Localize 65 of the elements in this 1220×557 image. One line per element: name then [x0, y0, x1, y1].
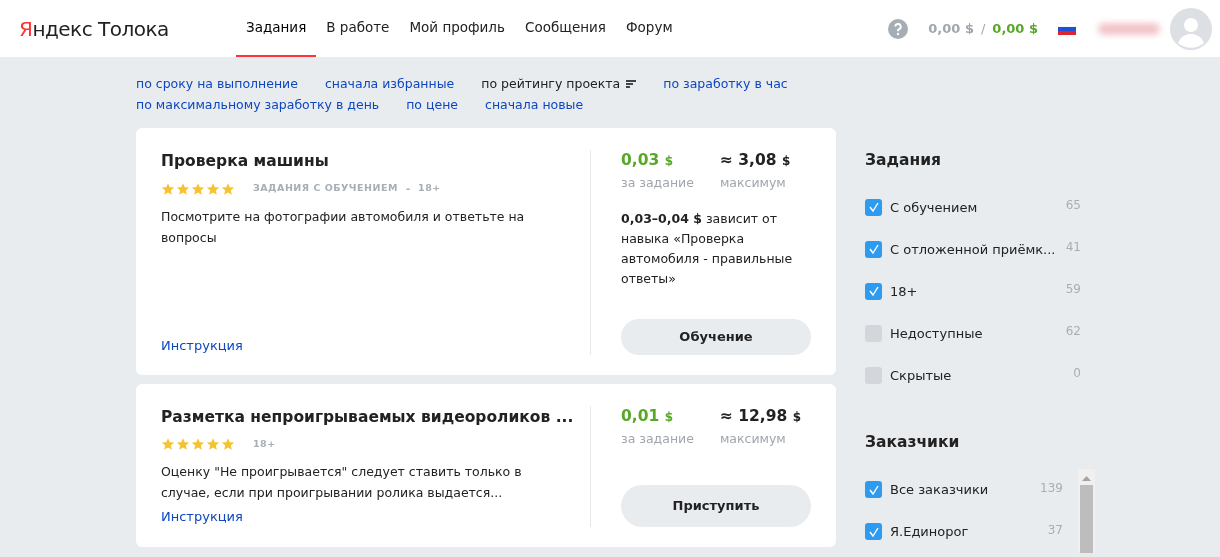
task-description: Оценку "Не проигрывается" следует ставить только в случае, если при проигрывании ролика выдается...: [161, 463, 523, 503]
max-earnings: ≈ 3,08 $: [719, 150, 791, 171]
avatar-icon[interactable]: [1170, 7, 1212, 50]
checkbox[interactable]: [865, 523, 882, 540]
filter-label[interactable]: С отложенной приёмк...: [890, 239, 1066, 259]
filter-count: 41: [1065, 239, 1081, 257]
separator: /: [980, 19, 986, 38]
sort-icon: [626, 80, 637, 88]
tag-separator: -: [405, 182, 411, 196]
scroll-up-icon[interactable]: [1082, 474, 1091, 481]
task-tag: 18+: [253, 437, 276, 452]
task-description: Посмотрите на фотографии автомобиля и ответьте на вопросы: [161, 208, 526, 247]
filter-heading: Задания: [865, 150, 942, 171]
nav-tab[interactable]: Сообщения: [514, 0, 616, 57]
sort-link[interactable]: по рейтингу проекта: [481, 74, 637, 94]
price-per-task: 0,01 $: [621, 406, 674, 427]
sort-link[interactable]: сначала избранные: [324, 74, 455, 94]
help-icon[interactable]: [888, 18, 909, 39]
scrollbar[interactable]: [1078, 468, 1095, 553]
filter-label[interactable]: 18+: [890, 281, 1066, 301]
sort-link[interactable]: по цене: [406, 95, 459, 115]
earned-amount: 0,00 $: [992, 19, 1038, 38]
balance: 0,00 $: [928, 19, 974, 38]
task-tag: ЗАДАНИЯ С ОБУЧЕНИЕМ: [253, 181, 398, 196]
price-label: за задание: [621, 430, 694, 448]
filter-count: 0: [1073, 365, 1081, 383]
filter-count: 62: [1065, 323, 1081, 341]
max-label: максимум: [719, 174, 787, 192]
sort-link[interactable]: по заработку в час: [663, 74, 788, 94]
max-earnings: ≈ 12,98 $: [719, 406, 802, 427]
task-button[interactable]: Приступить: [621, 484, 811, 527]
nav-tab[interactable]: Форум: [615, 0, 683, 57]
filter-label[interactable]: Я.Единорог: [890, 521, 1048, 542]
checkbox[interactable]: [865, 198, 882, 216]
instruction-link[interactable]: Инструкция: [161, 507, 243, 527]
filter-count: 65: [1065, 197, 1081, 215]
filter-count: 37: [1047, 521, 1063, 539]
price-note: 0,03–0,04 $ зависит от навыка «Проверка автомобиля - правильные ответы»: [621, 209, 794, 288]
task-title: Проверка машины: [161, 151, 329, 172]
price-per-task: 0,03 $: [621, 150, 674, 171]
max-label: максимум: [719, 430, 787, 448]
price-label: за задание: [621, 174, 694, 192]
filter-heading: Заказчики: [865, 432, 961, 454]
filter-label[interactable]: С обучением: [890, 197, 1066, 217]
sort-link[interactable]: сначала новые: [485, 95, 584, 115]
task-tag: 18+: [418, 181, 441, 196]
filter-label[interactable]: Скрытые: [890, 365, 1074, 385]
checkbox[interactable]: [865, 282, 882, 300]
filter-count: 59: [1065, 281, 1081, 299]
instruction-link[interactable]: Инструкция: [161, 335, 243, 355]
checkbox[interactable]: [865, 481, 882, 498]
checkbox[interactable]: [865, 240, 882, 258]
filter-count: 139: [1040, 479, 1063, 497]
filter-label[interactable]: Недоступные: [890, 323, 1066, 343]
nav-tab[interactable]: Задания: [236, 0, 317, 57]
nav-tab[interactable]: Мой профиль: [399, 0, 515, 57]
sort-link[interactable]: по максимальному заработку в день: [136, 95, 380, 115]
blurred-username[interactable]: [1098, 22, 1160, 35]
filter-label[interactable]: Все заказчики: [890, 479, 1041, 500]
task-title: Разметка непроигрываемых видеороликов ...: [161, 407, 574, 428]
task-button[interactable]: Обучение: [621, 318, 811, 355]
sort-link[interactable]: по сроку на выполнение: [136, 74, 298, 94]
nav-tab[interactable]: В работе: [316, 0, 400, 57]
logo[interactable]: Яндекс Толока: [19, 13, 169, 44]
flag-icon[interactable]: [1058, 22, 1076, 35]
